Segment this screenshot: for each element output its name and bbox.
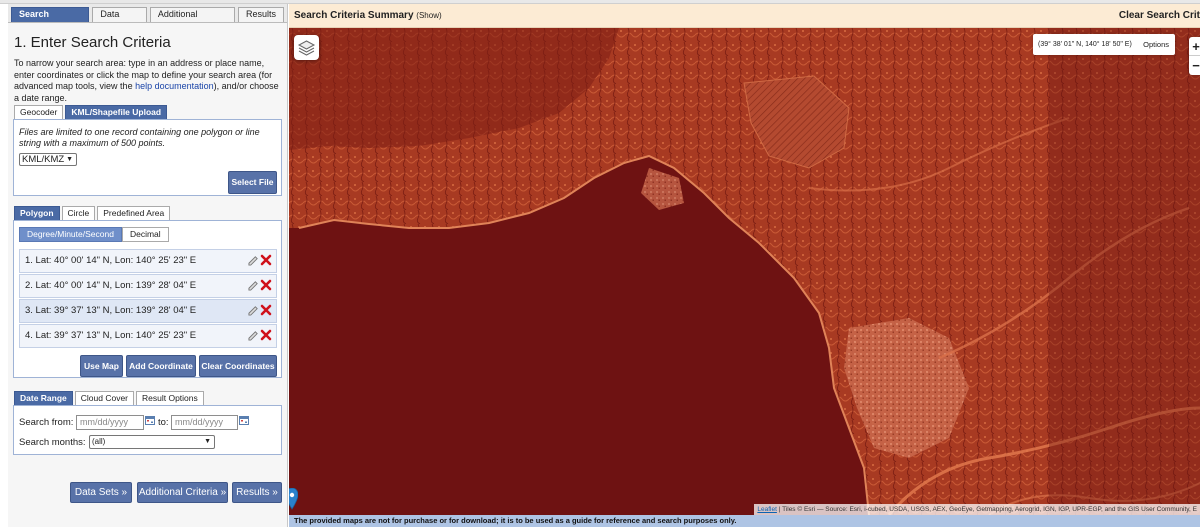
tab-cloud-cover[interactable]: Cloud Cover <box>74 391 135 405</box>
map-marker-icon[interactable] <box>289 488 298 510</box>
tab-results[interactable]: Results <box>237 7 284 22</box>
results-button[interactable]: Results » <box>232 482 282 503</box>
delete-icon[interactable] <box>260 329 272 341</box>
cursor-coordinates: (39° 38' 01" N, 140° 18' 50" E) <box>1038 41 1132 48</box>
intro-text: To narrow your search area: type in an a… <box>14 58 279 103</box>
map-panel: Search Criteria Summary (Show) Clear Sea… <box>289 4 1200 527</box>
format-decimal-button[interactable]: Decimal <box>121 227 169 242</box>
help-documentation-link[interactable]: help documentation <box>135 81 214 91</box>
coordinate-row: 2. Lat: 40° 00' 14" N, Lon: 139° 28' 04"… <box>19 274 277 298</box>
select-file-button[interactable]: Select File <box>228 171 277 194</box>
search-from-label: Search from: <box>19 417 74 428</box>
polygon-box: Degree/Minute/Second Decimal 1. Lat: 40°… <box>13 220 282 378</box>
area-tabs: Polygon Circle Predefined Area <box>14 206 172 220</box>
delete-icon[interactable] <box>260 254 272 266</box>
edit-icon[interactable] <box>248 280 259 291</box>
search-months-label: Search months: <box>19 437 86 448</box>
to-label: to: <box>158 417 169 428</box>
search-to-input[interactable]: mm/dd/yyyy <box>171 415 238 430</box>
layers-control-button[interactable] <box>294 35 319 60</box>
summary-title: Search Criteria Summary (Show) <box>294 10 442 21</box>
use-map-button[interactable]: Use Map <box>80 355 123 377</box>
upload-limit-note: Files are limited to one record containi… <box>19 127 260 148</box>
search-criteria-content: 1. Enter Search Criteria To narrow your … <box>8 22 287 527</box>
tab-polygon[interactable]: Polygon <box>14 206 60 220</box>
map-canvas[interactable]: (39° 38' 01" N, 140° 18' 50" E) Options … <box>289 28 1200 515</box>
coordinate-row: 1. Lat: 40° 00' 14" N, Lon: 140° 25' 23"… <box>19 249 277 273</box>
edit-icon[interactable] <box>248 255 259 266</box>
search-criteria-summary-bar: Search Criteria Summary (Show) Clear Sea… <box>289 4 1200 28</box>
clear-coordinates-button[interactable]: Clear Coordinates <box>199 355 277 377</box>
zoom-in-button[interactable]: + <box>1189 37 1200 56</box>
tab-result-options[interactable]: Result Options <box>136 391 204 405</box>
delete-icon[interactable] <box>260 304 272 316</box>
coordinate-format-toggle: Degree/Minute/Second Decimal <box>19 227 169 242</box>
calendar-icon[interactable] <box>145 415 155 425</box>
edit-icon[interactable] <box>248 305 259 316</box>
map-options-button[interactable]: Options <box>1143 34 1169 55</box>
delete-icon[interactable] <box>260 279 272 291</box>
cursor-coordinate-display: (39° 38' 01" N, 140° 18' 50" E) Options <box>1033 34 1175 55</box>
add-coordinate-button[interactable]: Add Coordinate <box>126 355 196 377</box>
clear-search-criteria-link[interactable]: Clear Search Crit <box>1119 10 1200 21</box>
tab-data-sets[interactable]: Data Sets <box>92 7 147 32</box>
search-months-select[interactable]: (all) ▼ <box>89 435 215 449</box>
chevron-down-icon: ▼ <box>204 438 211 445</box>
coordinate-row: 3. Lat: 39° 37' 13" N, Lon: 139° 28' 04"… <box>19 299 277 323</box>
date-tabs: Date Range Cloud Cover Result Options <box>14 391 206 405</box>
tab-kml-shapefile-upload[interactable]: KML/Shapefile Upload <box>65 105 168 119</box>
geocoder-tabs: Geocoder KML/Shapefile Upload <box>14 105 169 119</box>
kml-upload-box: Files are limited to one record containi… <box>13 119 282 196</box>
search-panel: Search Criteria Data Sets Additional Cri… <box>8 4 288 527</box>
tab-circle[interactable]: Circle <box>61 206 96 220</box>
edit-icon[interactable] <box>248 330 259 341</box>
main-tabs: Search Criteria Data Sets Additional Cri… <box>11 7 287 32</box>
format-dms-button[interactable]: Degree/Minute/Second <box>19 227 122 242</box>
map-attribution: Leaflet | Tiles © Esri — Source: Esri, i… <box>754 504 1200 515</box>
tab-date-range[interactable]: Date Range <box>14 391 73 405</box>
zoom-out-button[interactable]: − <box>1189 56 1200 75</box>
calendar-icon[interactable] <box>239 415 249 425</box>
date-range-box: Search from: mm/dd/yyyy to: mm/dd/yyyy S… <box>13 405 282 455</box>
layers-icon <box>297 40 316 56</box>
chevron-down-icon: ▼ <box>66 156 73 163</box>
file-type-select[interactable]: KML/KMZ ▼ <box>19 153 77 166</box>
tab-geocoder[interactable]: Geocoder <box>14 105 64 119</box>
tab-search-criteria[interactable]: Search Criteria <box>11 7 90 32</box>
additional-criteria-button[interactable]: Additional Criteria » <box>137 482 228 503</box>
map-disclaimer: The provided maps are not for purchase o… <box>289 515 1200 527</box>
tab-additional-criteria[interactable]: Additional Criteria <box>149 7 235 32</box>
satellite-map-image <box>289 28 1200 515</box>
tab-predefined-area[interactable]: Predefined Area <box>97 206 171 220</box>
summary-show-link[interactable]: (Show) <box>416 11 441 20</box>
leaflet-link[interactable]: Leaflet <box>757 506 777 513</box>
zoom-control: + − <box>1189 37 1200 75</box>
coordinate-row: 4. Lat: 39° 37' 13" N, Lon: 140° 25' 23"… <box>19 324 277 348</box>
page-title: 1. Enter Search Criteria <box>14 34 171 51</box>
data-sets-button[interactable]: Data Sets » <box>70 482 132 503</box>
search-from-input[interactable]: mm/dd/yyyy <box>76 415 144 430</box>
